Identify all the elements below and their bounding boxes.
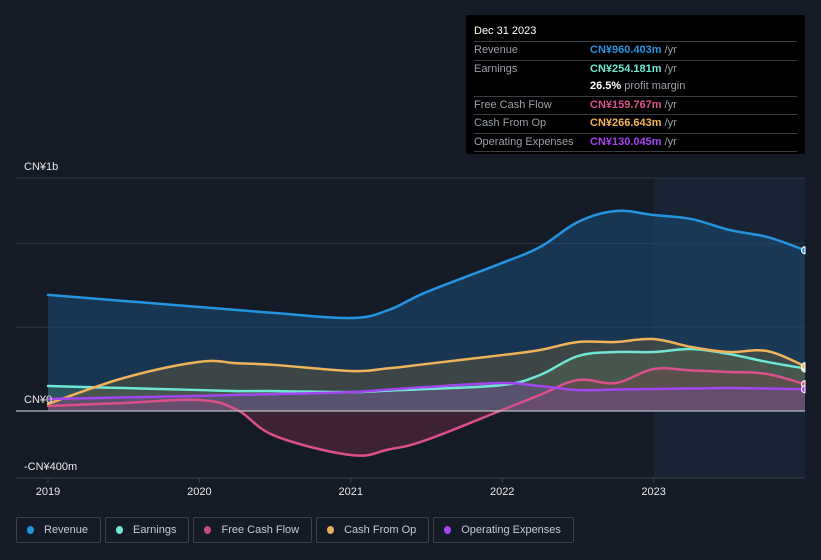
tooltip-label: Operating Expenses [474,135,574,148]
end-marker-half [801,385,806,394]
plot-edge [805,176,821,480]
legend-dot-icon [327,526,335,534]
y-tick-label: CN¥0 [24,394,52,406]
tooltip-row-cfo: Cash From Op CN¥266.643m /yr [474,115,797,134]
legend-label: Operating Expenses [461,524,561,536]
legend-dot-icon [204,526,212,534]
tooltip-label: Revenue [474,44,519,56]
legend-dot-icon [444,526,452,534]
legend-label: Free Cash Flow [221,524,300,536]
legend-item-earnings[interactable]: Earnings [105,517,190,543]
tooltip-label: Cash From Op [474,117,547,129]
x-tick-label: 2023 [641,486,665,498]
tooltip-unit: /yr [664,117,677,129]
tooltip-label [474,78,590,96]
end-marker-half [801,246,806,255]
tooltip-unit: /yr [664,44,677,56]
y-tick-label: -CN¥400m [24,461,77,473]
legend: Revenue Earnings Free Cash Flow Cash Fro… [16,517,574,543]
tooltip-row-opex: Operating Expenses CN¥130.045m /yr [474,134,797,152]
x-tick-label: 2022 [490,486,514,498]
x-tick-label: 2021 [339,486,363,498]
legend-item-free-cash-flow[interactable]: Free Cash Flow [193,517,313,543]
tooltip-row-fcf: Free Cash Flow CN¥159.767m /yr [474,97,797,115]
tooltip-row-earnings: Earnings CN¥254.181m /yr [474,61,797,79]
tooltip: Dec 31 2023 Revenue CN¥960.403m /yr Earn… [466,15,805,154]
profit-margin-value: 26.5% [590,80,622,92]
tooltip-unit: /yr [664,98,677,111]
tooltip-label: Free Cash Flow [474,98,552,111]
tooltip-value: CN¥254.181m [590,62,662,75]
tooltip-value: CN¥159.767m [590,98,662,111]
legend-dot-icon [116,526,124,534]
legend-label: Revenue [44,524,89,536]
tooltip-row-margin: 26.5% profit margin [474,78,797,97]
x-tick-label: 2019 [36,486,60,498]
legend-item-revenue[interactable]: Revenue [16,517,102,543]
legend-label: Earnings [133,524,177,536]
end-marker-half [801,362,806,371]
tooltip-date: Dec 31 2023 [474,24,797,42]
tooltip-unit: /yr [664,62,677,75]
tooltip-value: CN¥960.403m [590,44,662,56]
legend-item-cash-from-op[interactable]: Cash From Op [316,517,430,543]
tooltip-value: CN¥130.045m [590,135,662,148]
legend-item-operating-expenses[interactable]: Operating Expenses [433,517,574,543]
tooltip-unit: /yr [664,135,677,148]
tooltip-row-revenue: Revenue CN¥960.403m /yr [474,42,797,61]
tooltip-value: CN¥266.643m [590,117,662,129]
legend-label: Cash From Op [344,524,417,536]
y-tick-label: CN¥1b [24,161,58,173]
legend-dot-icon [27,526,34,534]
x-tick-label: 2020 [187,486,211,498]
tooltip-label: Earnings [474,62,518,75]
profit-margin-text: profit margin [624,80,686,92]
